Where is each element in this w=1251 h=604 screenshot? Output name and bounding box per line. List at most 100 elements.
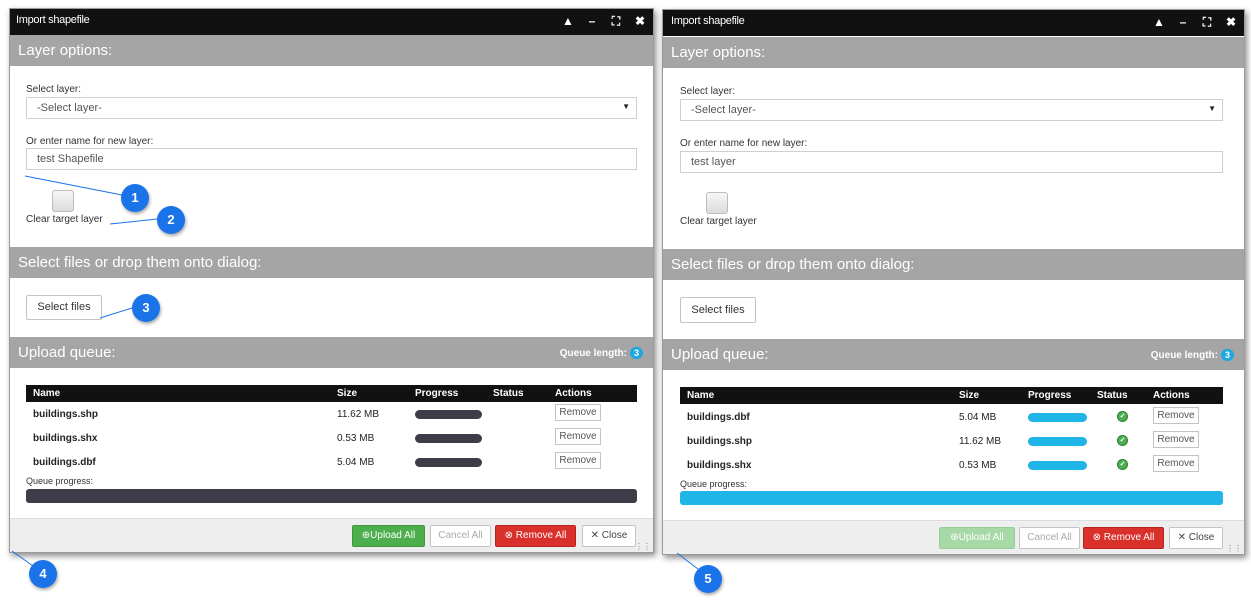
file-name: buildings.shx xyxy=(33,433,98,444)
file-name: buildings.shp xyxy=(33,409,98,420)
queue-table-header: Name Size Progress Status Actions xyxy=(26,385,637,402)
queue-progress-bar xyxy=(26,489,637,503)
cancel-all-button[interactable]: Cancel All xyxy=(430,525,491,547)
collapse-icon[interactable]: ▲ xyxy=(1152,15,1166,29)
file-name: buildings.dbf xyxy=(33,457,96,468)
close-x-icon: ✕ xyxy=(1177,532,1187,543)
remove-button[interactable]: Remove xyxy=(1153,455,1199,472)
col-actions: Actions xyxy=(555,388,592,399)
select-layer-dropdown[interactable]: -Select layer- ▼ xyxy=(680,99,1223,121)
remove-all-button[interactable]: ⊗ Remove All xyxy=(495,525,576,547)
close-icon[interactable]: ✖ xyxy=(633,14,647,28)
file-size: 0.53 MB xyxy=(959,460,997,471)
callout-1: 1 xyxy=(121,184,149,212)
upload-queue-header: Upload queue: Queue length: 3 xyxy=(10,337,653,368)
dialog-footer: ⊕Upload All Cancel All ⊗ Remove All ✕ Cl… xyxy=(663,520,1244,554)
maximize-icon[interactable]: ⛶ xyxy=(609,14,623,28)
callout-4-line xyxy=(11,550,34,567)
file-size: 0.53 MB xyxy=(337,433,375,444)
remove-button[interactable]: Remove xyxy=(1153,407,1199,424)
queue-length: Queue length: 3 xyxy=(1151,349,1234,361)
minimize-icon[interactable]: – xyxy=(1176,15,1190,29)
dialog-title: Import shapefile xyxy=(16,14,90,26)
callout-4: 4 xyxy=(29,560,57,588)
file-progress-bar xyxy=(1028,461,1087,470)
file-progress-bar xyxy=(415,434,482,443)
select-files-button[interactable]: Select files xyxy=(680,297,756,323)
remove-circle-icon: ⊗ xyxy=(504,530,514,541)
queue-length-badge: 3 xyxy=(1220,349,1234,361)
caret-down-icon: ▼ xyxy=(622,102,630,111)
new-layer-name-value: test Shapefile xyxy=(37,153,104,165)
clear-target-layer-checkbox[interactable] xyxy=(52,190,74,212)
callout-2: 2 xyxy=(157,206,185,234)
col-progress: Progress xyxy=(1028,390,1072,401)
select-files-button[interactable]: Select files xyxy=(26,295,102,320)
file-size: 5.04 MB xyxy=(337,457,375,468)
remove-button[interactable]: Remove xyxy=(555,428,601,445)
dialog-titlebar[interactable]: Import shapefile ▲ – ⛶ ✖ xyxy=(663,10,1244,36)
remove-button[interactable]: Remove xyxy=(555,452,601,469)
col-status: Status xyxy=(493,388,524,399)
col-name: Name xyxy=(687,390,715,401)
queue-length: Queue length: 3 xyxy=(560,347,643,359)
remove-button[interactable]: Remove xyxy=(1153,431,1199,448)
file-progress-bar xyxy=(415,410,482,419)
callout-5-line xyxy=(676,552,699,570)
upload-icon: ⊕ xyxy=(361,530,371,541)
upload-queue-header: Upload queue: Queue length: 3 xyxy=(663,339,1244,370)
col-status: Status xyxy=(1097,390,1128,401)
table-row: buildings.shp 11.62 MB ✓ Remove xyxy=(680,431,1223,453)
file-name: buildings.dbf xyxy=(687,412,750,423)
check-circle-icon: ✓ xyxy=(1117,459,1128,470)
table-row: buildings.dbf 5.04 MB Remove xyxy=(26,452,637,474)
close-icon[interactable]: ✖ xyxy=(1224,15,1238,29)
new-layer-name-input[interactable]: test layer xyxy=(680,151,1223,173)
clear-target-layer-checkbox[interactable] xyxy=(706,192,728,214)
remove-button[interactable]: Remove xyxy=(555,404,601,421)
maximize-icon[interactable]: ⛶ xyxy=(1200,15,1214,29)
queue-length-badge: 3 xyxy=(629,347,643,359)
col-progress: Progress xyxy=(415,388,459,399)
resize-grip-icon[interactable]: ⋮⋮ xyxy=(1226,545,1242,553)
upload-all-button[interactable]: ⊕Upload All xyxy=(939,527,1015,549)
select-layer-dropdown[interactable]: -Select layer- ▼ xyxy=(26,97,637,119)
import-shapefile-dialog-right: Import shapefile ▲ – ⛶ ✖ Layer options: … xyxy=(662,9,1245,555)
minimize-icon[interactable]: – xyxy=(585,14,599,28)
new-layer-name-input[interactable]: test Shapefile xyxy=(26,148,637,170)
check-circle-icon: ✓ xyxy=(1117,411,1128,422)
layer-options-header: Layer options: xyxy=(663,37,1244,68)
resize-grip-icon[interactable]: ⋮⋮ xyxy=(635,543,651,551)
check-circle-icon: ✓ xyxy=(1117,435,1128,446)
upload-icon: ⊕ xyxy=(950,532,959,543)
close-button[interactable]: ✕ Close xyxy=(1169,527,1223,549)
dialog-title: Import shapefile xyxy=(671,15,745,27)
queue-progress-bar xyxy=(680,491,1223,505)
table-row: buildings.shx 0.53 MB Remove xyxy=(26,428,637,450)
clear-target-layer-label: Clear target layer xyxy=(680,216,757,227)
upload-all-button[interactable]: ⊕Upload All xyxy=(352,525,425,547)
select-files-header: Select files or drop them onto dialog: xyxy=(663,249,1244,280)
file-size: 5.04 MB xyxy=(959,412,997,423)
table-row: buildings.shp 11.62 MB Remove xyxy=(26,404,637,426)
collapse-icon[interactable]: ▲ xyxy=(561,14,575,28)
callout-3: 3 xyxy=(132,294,160,322)
dialog-titlebar[interactable]: Import shapefile ▲ – ⛶ ✖ xyxy=(10,9,653,35)
import-shapefile-dialog-left: Import shapefile ▲ – ⛶ ✖ Layer options: … xyxy=(9,8,654,553)
remove-all-button[interactable]: ⊗ Remove All xyxy=(1083,527,1164,549)
close-button[interactable]: ✕ Close xyxy=(582,525,636,547)
file-name: buildings.shp xyxy=(687,436,752,447)
select-layer-label: Select layer: xyxy=(26,84,82,95)
queue-progress-label: Queue progress: xyxy=(26,476,94,486)
new-layer-label: Or enter name for new layer: xyxy=(680,138,808,149)
table-row: buildings.dbf 5.04 MB ✓ Remove xyxy=(680,407,1223,429)
queue-progress-label: Queue progress: xyxy=(680,479,748,489)
file-progress-bar xyxy=(415,458,482,467)
cancel-all-button[interactable]: Cancel All xyxy=(1019,527,1080,549)
clear-target-layer-label: Clear target layer xyxy=(26,214,103,225)
remove-circle-icon: ⊗ xyxy=(1092,532,1102,543)
select-files-header: Select files or drop them onto dialog: xyxy=(10,247,653,278)
file-size: 11.62 MB xyxy=(337,409,380,420)
file-size: 11.62 MB xyxy=(959,436,1002,447)
col-name: Name xyxy=(33,388,61,399)
